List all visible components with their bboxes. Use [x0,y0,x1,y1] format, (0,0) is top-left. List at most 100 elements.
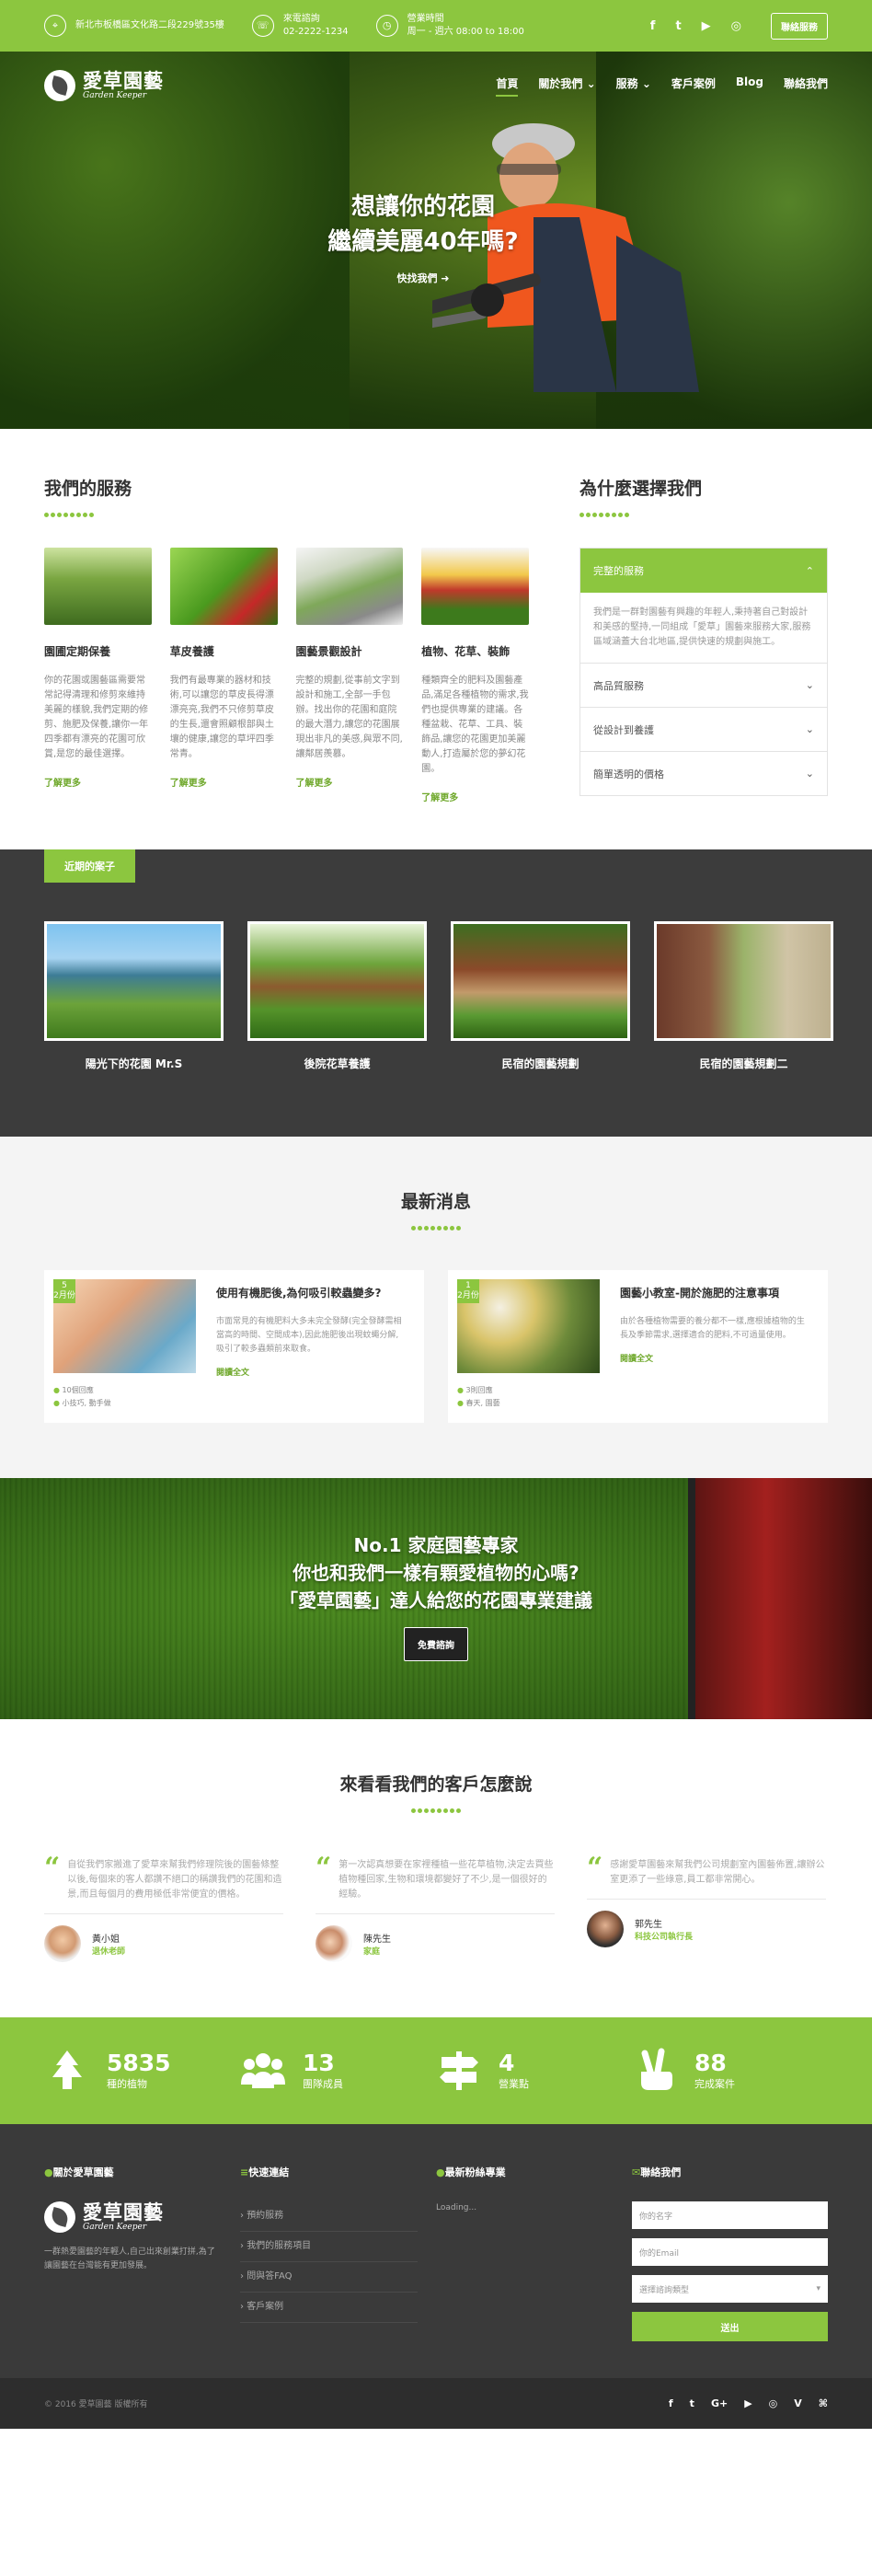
vimeo-icon[interactable]: V [794,2397,802,2409]
service-more-link[interactable]: 了解更多 [170,775,278,789]
service-image-park[interactable] [44,548,152,625]
hours-text: 周一 - 週六 08:00 to 18:00 [407,27,524,37]
news-read-more[interactable]: 閱讀全文 [620,1352,808,1364]
submit-button[interactable]: 送出 [632,2312,828,2341]
news-title-link[interactable]: 園藝小教室-開於施肥的注意事項 [620,1285,808,1300]
accordion-body: 我們是一群對園藝有興趣的年輕人,秉持著自己對設計和美感的堅持,一同組成「愛草」園… [593,607,811,647]
service-text: 完整的規劃,從事前文字到設計和施工,全部一手包辦。找出你的花園和庭院的最大潛力,… [295,676,403,759]
footer-about-heading: 關於愛草園藝 [52,2166,114,2178]
service-card: 草皮養護 我們有最專業的器材和技術,可以讓您的草皮長得漂漂亮亮,我們不只修剪草皮… [169,548,278,803]
service-more-link[interactable]: 了解更多 [44,775,152,789]
youtube-icon[interactable]: ▶ [702,19,711,33]
news-tags[interactable]: 春天, 園藝 [466,1399,500,1407]
banner-line3: 「愛草園藝」達人給您的花園專業建議 [280,1589,592,1611]
service-image-design[interactable] [295,548,404,625]
hero-contact-link[interactable]: 快找我們 ➜ [267,271,579,285]
testimonial-card: “自從我們家搬進了愛草來幫我們修理院後的園藝條整以後,每個來的客人都讚不絕口的稱… [44,1854,283,1962]
news-image[interactable]: 5 2月份 [53,1279,196,1373]
stats-section: 5835 種的植物 13 團隊成員 4 營業點 88 完成案件 [0,2017,872,2124]
case-card[interactable]: 陽光下的花園 Mr.S [44,921,224,1071]
service-image-lawn[interactable] [169,548,278,625]
nav-home[interactable]: 首頁 [496,75,519,97]
banner-line1: No.1 家庭園藝專家 [353,1534,519,1556]
footer-link-label: 預約服務 [247,2211,284,2221]
phone-item: ☏ 來電諮詢 02-2222-1234 [251,13,349,39]
clock-icon: ◷ [375,15,398,37]
client-role: 退休老師 [92,1947,126,1957]
copyright-text: © 2016 愛草園藝 版權所有 [44,2400,148,2409]
footer-contact-heading: 聯絡我們 [640,2166,682,2178]
case-card[interactable]: 民宿的園藝規劃 [451,921,630,1071]
news-tags[interactable]: 小技巧, 動手做 [63,1399,111,1407]
stat-label: 營業點 [499,2078,529,2090]
footer-links-heading: 快速連結 [248,2166,290,2178]
comment-icon: ● [457,1386,464,1394]
news-comments[interactable]: 3則回應 [466,1386,493,1394]
facebook-icon[interactable]: f [650,19,656,33]
footer-link[interactable]: › 問與答FAQ [240,2262,418,2293]
instagram-icon[interactable]: ◎ [731,19,741,33]
accordion-header-complete-service[interactable]: 完整的服務 ⌃ [580,549,827,593]
accordion-header-pricing[interactable]: 簡單透明的價格 ⌄ [580,751,827,795]
leaf-logo-icon [44,2201,75,2233]
service-more-link[interactable]: 了解更多 [421,790,529,803]
rss-icon[interactable]: ⌘ [819,2397,828,2409]
twitter-icon[interactable]: t [690,2397,694,2409]
email-input[interactable]: 你的Email [632,2238,828,2266]
inquiry-type-select[interactable]: 選擇諮詢類型 ▾ [632,2275,828,2303]
phone-number[interactable]: 02-2222-1234 [283,26,349,39]
quote-icon: “ [587,1852,603,1884]
tree-icon [52,2050,82,2089]
why-accordion: 完整的服務 ⌃ 我們是一群對園藝有興趣的年輕人,秉持著自己對設計和美感的堅持,一同… [579,548,828,796]
stat-label: 完成案件 [694,2078,735,2090]
nav-contact[interactable]: 聯絡我們 [784,75,828,97]
signpost-icon [440,2051,478,2090]
news-image[interactable]: 1 2月份 [457,1279,600,1373]
twitter-icon[interactable]: t [675,19,681,33]
quote-icon: “ [316,1852,332,1884]
news-comments[interactable]: 10個回應 [63,1386,94,1394]
footer: ●關於愛草園藝 愛草園藝 Garden Keeper 一群熱愛園藝的年輕人,自己… [0,2124,872,2378]
accordion-header-quality[interactable]: 高品質服務 ⌄ [580,663,827,707]
team-icon [241,2053,285,2088]
case-card[interactable]: 民宿的園藝規劃二 [654,921,833,1071]
case-image [654,921,833,1041]
name-input[interactable]: 你的名字 [632,2201,828,2229]
free-consult-button[interactable]: 免費諮詢 [404,1627,468,1661]
footer-logo[interactable]: 愛草園藝 Garden Keeper [44,2201,222,2233]
case-title: 民宿的園藝規劃二 [699,1057,788,1070]
avatar [587,1911,624,1947]
select-label: 選擇諮詢類型 [639,2285,690,2295]
nav-services[interactable]: 服務 ⌄ [616,75,651,97]
youtube-icon[interactable]: ▶ [744,2397,752,2409]
contact-service-button[interactable]: 聯絡服務 [771,12,828,40]
google-plus-icon[interactable]: G+ [711,2397,728,2409]
facebook-icon[interactable]: f [669,2397,673,2409]
case-card[interactable]: 後院花草養護 [247,921,427,1071]
footer-link[interactable]: › 預約服務 [240,2201,418,2232]
news-title-link[interactable]: 使用有機肥後,為何吸引較蟲變多? [216,1285,404,1300]
testimonials-section: 來看看我們的客戶怎麼說 “自從我們家搬進了愛草來幫我們修理院後的園藝條整以後,每… [0,1719,872,2017]
footer-link[interactable]: › 我們的服務項目 [240,2232,418,2262]
instagram-icon[interactable]: ◎ [769,2397,778,2409]
service-more-link[interactable]: 了解更多 [296,775,404,789]
accordion-title: 完整的服務 [593,565,644,577]
footer-contact: ✉聯絡我們 你的名字 你的Email 選擇諮詢類型 ▾ 送出 [632,2165,828,2341]
chevron-down-icon: ⌄ [805,679,814,691]
nav-blog[interactable]: Blog [736,75,763,97]
stat-number: 13 [303,2050,335,2076]
case-title: 民宿的園藝規劃 [501,1057,579,1070]
twitter-icon: ● [436,2166,445,2178]
footer-link[interactable]: › 客戶案例 [240,2293,418,2323]
news-read-more[interactable]: 閱讀全文 [216,1366,404,1378]
stat-number: 4 [499,2050,515,2076]
news-day: 1 [465,1281,471,1290]
accordion-header-design[interactable]: 從設計到養護 ⌄ [580,707,827,751]
nav-cases[interactable]: 客戶案例 [671,75,716,97]
service-image-plants[interactable] [421,548,529,625]
copyright-bar: © 2016 愛草園藝 版權所有 f t G+ ▶ ◎ V ⌘ [0,2378,872,2429]
hero-heading-line1: 想讓你的花園 [350,193,495,221]
site-logo[interactable]: 愛草園藝 Garden Keeper [44,70,164,101]
nav-about[interactable]: 關於我們 ⌄ [538,75,595,97]
logo-title: 愛草園藝 [83,2201,164,2224]
